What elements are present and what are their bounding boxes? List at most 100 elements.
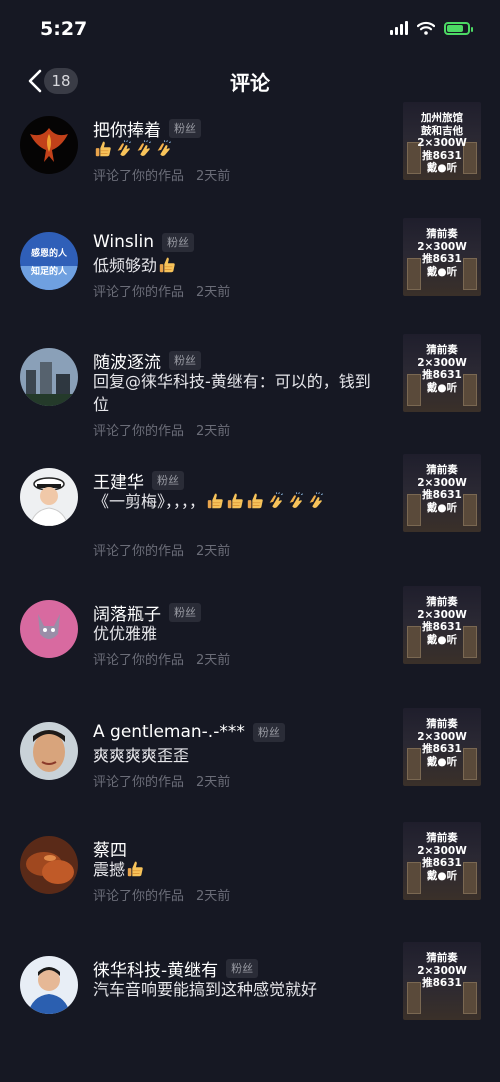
list-item[interactable]: 徕华科技-黄继有 粉丝 汽车音响要能搞到这种感觉就好 猜前奏 2×300W 推8631 <box>0 942 500 1056</box>
time-ago: 2天前 <box>196 653 231 668</box>
officer-avatar[interactable] <box>20 468 78 526</box>
thumbs-up-emoji <box>125 860 145 879</box>
comment-meta: 评论了你的作品 2天前 <box>93 771 230 790</box>
action-text: 评论了你的作品 <box>93 285 185 300</box>
clap-emoji <box>113 140 133 159</box>
signal-icon <box>390 21 408 35</box>
list-item[interactable]: A gentleman-.-*** 粉丝 爽爽爽爽歪歪 评论了你的作品 2天前 猜前奏 2×… <box>0 708 500 822</box>
action-text: 评论了你的作品 <box>93 169 185 184</box>
thumbnail-caption-line: 戴●听 <box>426 381 458 394</box>
thumbnail-caption: 猜前奏 2×300W 推8631 戴●听 <box>403 344 481 394</box>
comment-text: 震撼 <box>93 858 383 881</box>
video-thumbnail[interactable]: 猜前奏 2×300W 推8631 戴●听 <box>403 218 481 296</box>
fan-badge: 粉丝 <box>252 722 285 742</box>
fan-badge: 粉丝 <box>226 959 259 978</box>
food-avatar[interactable] <box>20 836 78 894</box>
action-text: 评论了你的作品 <box>93 889 185 904</box>
action-text: 评论了你的作品 <box>93 775 185 790</box>
video-thumbnail[interactable]: 猜前奏 2×300W 推8631 <box>403 942 481 1020</box>
man-avatar[interactable] <box>20 956 78 1014</box>
thumbnail-caption-line: 2×300W <box>417 476 467 489</box>
time-ago: 2天前 <box>196 424 231 439</box>
avatar-caption: 感恩的人 <box>30 249 67 259</box>
thumbnail-caption-line: 猜前奏 <box>426 952 458 964</box>
thumbnail-caption: 猜前奏 2×300W 推8631 戴●听 <box>403 832 481 882</box>
thumbnail-caption: 猜前奏 2×300W 推8631 戴●听 <box>403 228 481 278</box>
thumbnail-caption-line: 猜前奏 <box>426 464 458 476</box>
thumbnail-caption-line: 2×300W <box>417 964 467 977</box>
battery-level <box>447 24 463 32</box>
thumbnail-caption-line: 推8631 <box>422 857 462 869</box>
thumbs-up-emoji <box>225 492 245 511</box>
nav-bar: 18 评论 <box>0 60 500 102</box>
avatar-caption: 知足的人 <box>30 267 67 277</box>
comment-meta: 评论了你的作品 2天前 <box>93 649 230 668</box>
thumbnail-caption-line: 2×300W <box>417 356 467 369</box>
time-ago: 2天前 <box>196 285 231 300</box>
thumbnail-caption-line: 2×300W <box>417 240 467 253</box>
comment-meta: 评论了你的作品 2天前 <box>93 540 230 559</box>
cat-avatar[interactable] <box>20 600 78 658</box>
clap-emoji <box>153 140 173 159</box>
video-thumbnail[interactable]: 猜前奏 2×300W 推8631 戴●听 <box>403 708 481 786</box>
comment-text: 低频够劲 <box>93 254 383 277</box>
thumbnail-caption-line: 猜前奏 <box>426 596 458 608</box>
thumbnail-caption: 加州旅馆 鼓和吉他 2×300W 推8631 戴●听 <box>403 112 481 175</box>
comment-meta: 评论了你的作品 2天前 <box>93 165 230 184</box>
thumbnail-caption-line: 推8631 <box>422 149 462 162</box>
notification-list[interactable]: 感谢作者，让聆听成为享受评论了你的作品2天前 2×300W 戴●听把你捧着粉丝评… <box>0 102 500 1082</box>
video-thumbnail[interactable]: 猜前奏 2×300W 推8631 戴●听 <box>403 822 481 900</box>
username-line: A gentleman-.-*** 粉丝 <box>93 722 285 742</box>
battery-icon <box>444 21 473 35</box>
page-title: 评论 <box>230 71 270 95</box>
thumbnail-caption-line: 加州旅馆 <box>421 112 463 124</box>
time-ago: 2天前 <box>196 775 231 790</box>
thumbnail-caption: 猜前奏 2×300W 推8631 戴●听 <box>403 718 481 768</box>
action-text: 评论了你的作品 <box>93 544 185 559</box>
list-item[interactable]: 王建华 粉丝 《一剪梅》，，，， 评论了你的作品 2天前 猜前奏 2×300W 推8631 戴●… <box>0 454 500 586</box>
thumbnail-caption-line: 戴●听 <box>426 501 458 514</box>
list-item[interactable]: 感恩的人知足的人 Winslin 粉丝 低频够劲评论了你的作品 2天前 猜前奏 2×300W… <box>0 218 500 334</box>
thumbs-up-emoji <box>245 492 265 511</box>
thumbnail-caption: 猜前奏 2×300W 推8631 <box>403 952 481 990</box>
list-item[interactable]: 随波逐流 粉丝 回复@徕华科技-黄继有：可以的，钱到位 评论了你的作品 2天前 猜前奏 2×… <box>0 334 500 454</box>
list-item[interactable]: 阔落瓶子 粉丝 优优雅雅 评论了你的作品 2天前 猜前奏 2×300W 推8631 戴●听 <box>0 586 500 708</box>
thumbnail-caption-line: 猜前奏 <box>426 718 458 730</box>
status-time: 5:27 <box>40 18 88 40</box>
username[interactable]: Winslin <box>93 232 154 252</box>
thumbnail-caption-line: 戴●听 <box>426 755 458 768</box>
video-thumbnail[interactable]: 猜前奏 2×300W 推8631 戴●听 <box>403 454 481 532</box>
comment-meta: 评论了你的作品 2天前 <box>93 281 230 300</box>
city-avatar[interactable] <box>20 348 78 406</box>
comment-text <box>93 138 383 161</box>
thumbnail-caption-line: 戴●听 <box>426 633 458 646</box>
thumbnail-caption-line: 推8631 <box>422 369 462 381</box>
video-thumbnail[interactable]: 猜前奏 2×300W 推8631 戴●听 <box>403 334 481 412</box>
username-line: Winslin 粉丝 <box>93 232 195 252</box>
thumbnail-caption-line: 推8631 <box>422 253 462 265</box>
thumbnail-caption-line: 戴●听 <box>426 162 458 174</box>
list-item[interactable]: 把你捧着 粉丝 评论了你的作品 2天前 加州旅馆 鼓和吉他 2×300W 推8631 戴●听 <box>0 102 500 218</box>
username[interactable]: A gentleman-.-*** <box>93 722 245 742</box>
text-avatar[interactable]: 感恩的人 知足的人 <box>20 232 78 290</box>
comment-text: 《一剪梅》，，，， <box>93 490 383 513</box>
comment-text: 回复@徕华科技-黄继有：可以的，钱到位 <box>93 372 371 414</box>
thumbnail-caption-line: 推8631 <box>422 489 462 501</box>
video-thumbnail[interactable]: 加州旅馆 鼓和吉他 2×300W 推8631 戴●听 <box>403 102 481 180</box>
thumbs-up-emoji <box>205 492 225 511</box>
thumbs-up-emoji <box>157 256 177 275</box>
face-avatar[interactable] <box>20 722 78 780</box>
fan-badge: 粉丝 <box>169 603 201 622</box>
thumbnail-caption: 猜前奏 2×300W 推8631 戴●听 <box>403 596 481 646</box>
comment-text: 汽车音响要能搞到这种感觉就好 <box>93 980 318 999</box>
thumbnail-caption-line: 戴●听 <box>426 869 458 882</box>
phoenix-avatar[interactable] <box>20 116 78 174</box>
list-item[interactable]: 蔡四 震撼 评论了你的作品 2天前 猜前奏 2×300W 推8631 戴●听 <box>0 822 500 942</box>
thumbnail-caption-line: 推8631 <box>422 621 462 633</box>
comment-meta: 评论了你的作品 2天前 <box>93 885 230 904</box>
thumbnail-caption-line: 鼓和吉他 <box>421 124 463 137</box>
fan-badge: 粉丝 <box>152 471 184 490</box>
status-bar: 5:27 <box>0 0 500 60</box>
thumbnail-caption-line: 戴●听 <box>426 265 458 278</box>
video-thumbnail[interactable]: 猜前奏 2×300W 推8631 戴●听 <box>403 586 481 664</box>
